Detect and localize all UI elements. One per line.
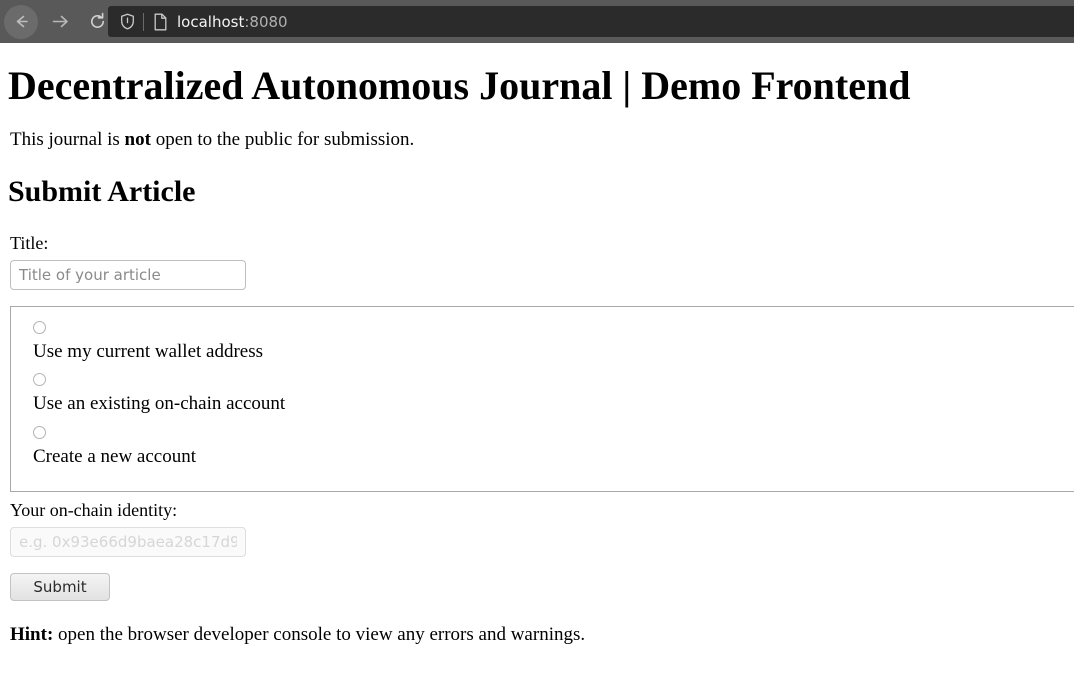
radio-existing-account[interactable]: [33, 373, 46, 387]
url-host: localhost: [177, 12, 245, 31]
page-document-icon[interactable]: [149, 12, 171, 32]
back-button[interactable]: [4, 4, 38, 39]
submit-button[interactable]: Submit: [10, 573, 110, 602]
radio-label-existing-account[interactable]: Use an existing on-chain account: [33, 393, 1074, 416]
hint-label: Hint:: [10, 624, 54, 646]
identity-input[interactable]: [10, 527, 246, 558]
identity-field-label: Your on-chain identity:: [10, 500, 178, 521]
url-port: :8080: [244, 12, 288, 31]
forward-button[interactable]: [42, 5, 76, 39]
title-field-label: Title:: [10, 232, 49, 253]
hint-paragraph: Hint: open the browser developer console…: [10, 622, 1074, 648]
browser-toolbar: localhost:8080: [0, 0, 1074, 43]
radio-new-account[interactable]: [33, 426, 46, 440]
intro-paragraph: This journal is not open to the public f…: [10, 127, 1074, 153]
hint-text: open the browser developer console to vi…: [53, 624, 586, 646]
radio-option-existing-account[interactable]: Use an existing on-chain account: [33, 373, 1074, 416]
page-title: Decentralized Autonomous Journal | Demo …: [8, 63, 911, 108]
radio-label-new-account[interactable]: Create a new account: [33, 446, 1074, 469]
page-content: Decentralized Autonomous Journal | Demo …: [0, 64, 1074, 648]
title-input[interactable]: [10, 259, 246, 290]
radio-label-current-wallet[interactable]: Use my current wallet address: [33, 341, 1074, 364]
intro-emphasis: not: [124, 129, 151, 150]
shield-icon[interactable]: [116, 12, 138, 32]
identity-source-fieldset: Use my current wallet address Use an exi…: [10, 305, 1074, 493]
intro-text-before: This journal is: [10, 129, 125, 150]
arrow-right-icon: [50, 12, 69, 31]
radio-current-wallet[interactable]: [33, 320, 46, 334]
submit-article-heading: Submit Article: [8, 174, 196, 208]
radio-option-new-account[interactable]: Create a new account: [33, 426, 1074, 469]
navigation-buttons: [0, 0, 114, 43]
reload-icon: [88, 12, 107, 31]
arrow-left-icon: [12, 12, 31, 31]
radio-option-current-wallet[interactable]: Use my current wallet address: [33, 320, 1074, 364]
url-text: localhost:8080: [177, 13, 288, 31]
url-divider: [143, 12, 144, 31]
intro-text-after: open to the public for submission.: [150, 129, 415, 150]
url-bar[interactable]: localhost:8080: [108, 6, 1074, 37]
